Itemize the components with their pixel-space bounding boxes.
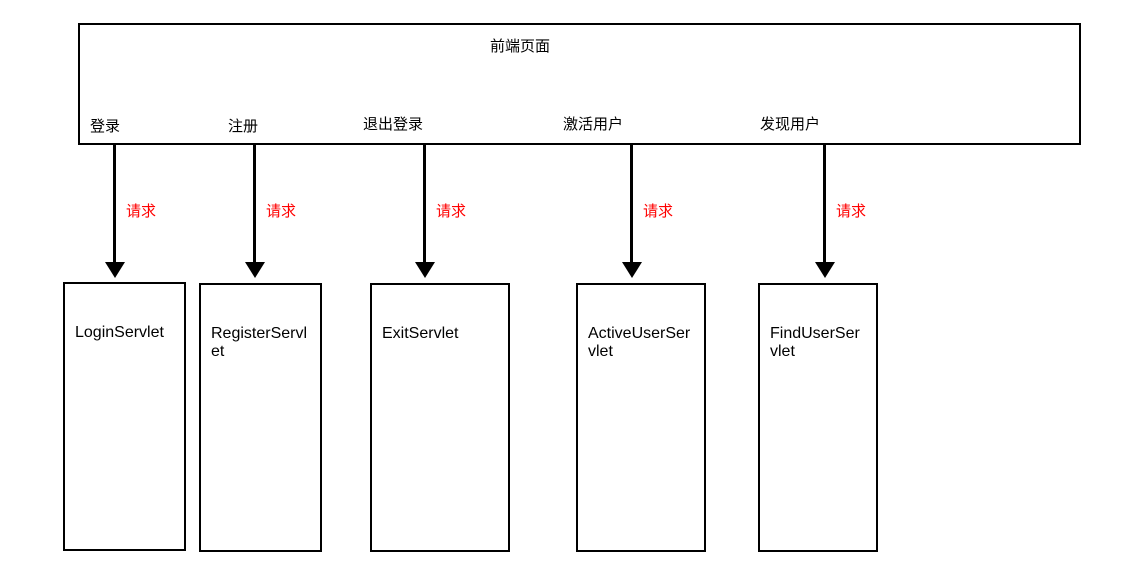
arrow-head-1 bbox=[105, 262, 125, 278]
servlet-find: FindUserServlet bbox=[758, 283, 878, 552]
action-login: 登录 bbox=[90, 115, 120, 136]
action-register: 注册 bbox=[228, 115, 258, 136]
arrow-line-1 bbox=[113, 145, 116, 265]
arrow-line-2 bbox=[253, 145, 256, 265]
servlet-register-label: RegisterServlet bbox=[211, 325, 307, 360]
arrow-head-3 bbox=[415, 262, 435, 278]
servlet-find-label: FindUserServlet bbox=[770, 325, 860, 360]
request-label-4: 请求 bbox=[643, 200, 673, 221]
servlet-register: RegisterServlet bbox=[199, 283, 322, 552]
servlet-exit: ExitServlet bbox=[370, 283, 510, 552]
servlet-login-label: LoginServlet bbox=[75, 324, 164, 341]
request-label-1: 请求 bbox=[126, 200, 156, 221]
request-label-2: 请求 bbox=[266, 200, 296, 221]
arrow-line-3 bbox=[423, 145, 426, 265]
arrow-head-2 bbox=[245, 262, 265, 278]
servlet-login: LoginServlet bbox=[63, 282, 186, 551]
frontend-title: 前端页面 bbox=[460, 35, 580, 56]
request-label-3: 请求 bbox=[436, 200, 466, 221]
arrow-line-4 bbox=[630, 145, 633, 265]
architecture-diagram: 前端页面 登录 注册 退出登录 激活用户 发现用户 请求 请求 请求 请求 请求… bbox=[0, 0, 1140, 573]
servlet-active: ActiveUserServlet bbox=[576, 283, 706, 552]
action-find: 发现用户 bbox=[760, 113, 820, 134]
action-exit: 退出登录 bbox=[363, 113, 423, 134]
arrow-head-5 bbox=[815, 262, 835, 278]
request-label-5: 请求 bbox=[836, 200, 866, 221]
arrow-line-5 bbox=[823, 145, 826, 265]
action-activate: 激活用户 bbox=[563, 113, 623, 134]
arrow-head-4 bbox=[622, 262, 642, 278]
servlet-exit-label: ExitServlet bbox=[382, 325, 458, 342]
servlet-active-label: ActiveUserServlet bbox=[588, 325, 690, 360]
